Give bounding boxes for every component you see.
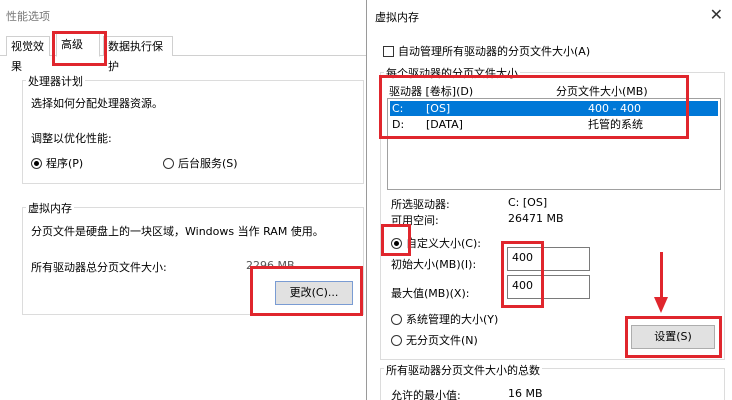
tab-visual-effects[interactable]: 视觉效果 <box>6 36 50 73</box>
vm-titlebar: 虚拟内存 ✕ <box>367 0 732 30</box>
radio-programs[interactable]: 程序(P) <box>31 155 83 171</box>
adjust-performance-label: 调整以优化性能: <box>31 132 112 145</box>
max-size-label: 最大值(MB)(X): <box>391 287 470 300</box>
radio-background-label: 后台服务(S) <box>178 157 238 170</box>
system-managed-label: 系统管理的大小(Y) <box>406 313 499 326</box>
custom-size-highlight <box>381 224 411 256</box>
tab-dep[interactable]: 数据执行保护 <box>103 36 173 73</box>
selected-drive-label: 所选驱动器: <box>391 198 450 211</box>
radio-background-services[interactable]: 后台服务(S) <box>163 155 238 171</box>
paging-description: 分页文件是硬盘上的一块区域，Windows 当作 RAM 使用。 <box>31 225 324 238</box>
radio-selected-icon <box>31 158 42 169</box>
size-fields-highlight <box>501 241 544 308</box>
change-button-highlight <box>250 266 363 316</box>
total-paging-label: 所有驱动器总分页文件大小: <box>31 261 167 274</box>
auto-manage-checkbox[interactable]: 自动管理所有驱动器的分页文件大小(A) <box>383 43 590 59</box>
radio-unselected-icon <box>163 158 174 169</box>
custom-size-label: 自定义大小(C): <box>406 237 481 250</box>
arrow-down-icon <box>654 297 668 313</box>
radio-unselected-icon <box>391 314 402 325</box>
performance-options-dialog: 性能选项 视觉效果 高级 数据执行保护 处理器计划 选择如何分配处理器资源。 调… <box>0 0 370 400</box>
auto-manage-label: 自动管理所有驱动器的分页文件大小(A) <box>398 45 591 58</box>
advanced-tab-highlight <box>52 31 107 66</box>
no-paging-label: 无分页文件(N) <box>406 334 478 347</box>
processor-scheduling-label: 处理器计划 <box>26 73 85 89</box>
screen: 性能选项 视觉效果 高级 数据执行保护 处理器计划 选择如何分配处理器资源。 调… <box>0 0 732 400</box>
vm-dialog-title: 虚拟内存 <box>375 11 419 24</box>
free-space-value: 26471 MB <box>508 212 564 225</box>
radio-system-managed[interactable]: 系统管理的大小(Y) <box>391 311 498 327</box>
min-allowed-label: 允许的最小值: <box>391 389 461 400</box>
radio-unselected-icon <box>391 335 402 346</box>
total-group-label: 所有驱动器分页文件大小的总数 <box>384 362 542 378</box>
min-allowed-value: 16 MB <box>508 387 543 400</box>
close-icon[interactable]: ✕ <box>710 5 723 24</box>
selected-drive-value: C: [OS] <box>508 196 548 209</box>
arrow-shaft <box>660 252 663 300</box>
checkbox-icon <box>383 46 394 57</box>
radio-no-paging[interactable]: 无分页文件(N) <box>391 332 478 348</box>
virtual-memory-label: 虚拟内存 <box>26 200 74 216</box>
scheduling-description: 选择如何分配处理器资源。 <box>31 97 163 110</box>
initial-size-label: 初始大小(MB)(I): <box>391 258 477 271</box>
set-button-highlight <box>625 316 722 358</box>
drive-list-highlight <box>379 75 689 139</box>
radio-programs-label: 程序(P) <box>46 157 84 170</box>
dialog-title: 性能选项 <box>6 10 50 23</box>
